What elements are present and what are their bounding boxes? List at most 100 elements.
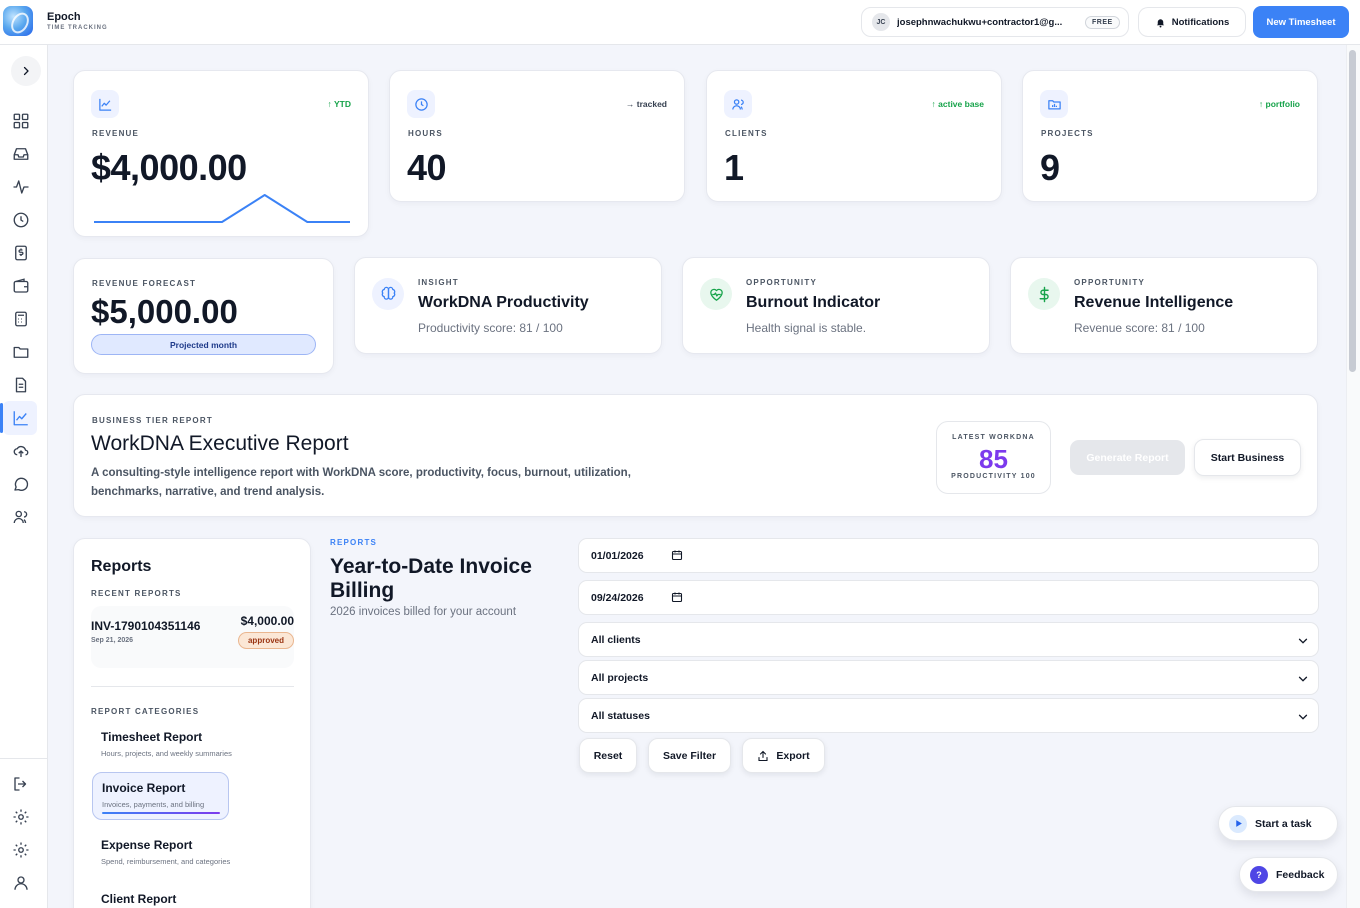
export-icon (758, 750, 768, 761)
client-select[interactable]: All clients (578, 622, 1319, 657)
expand-sidebar-button[interactable] (11, 56, 41, 86)
invoice-number: INV-1790104351146 (91, 619, 201, 633)
category-timesheet-report[interactable]: Timesheet Report Hours, projects, and we… (92, 722, 232, 770)
avatar: JC (872, 13, 890, 31)
start-task-button[interactable]: Start a task (1218, 806, 1338, 841)
sidebar (0, 45, 48, 908)
notifications-label: Notifications (1171, 16, 1230, 28)
epoch-logo[interactable] (3, 6, 33, 36)
start-task-label: Start a task (1255, 817, 1312, 830)
stat-trend: ↑ YTD (327, 99, 351, 109)
start-date-input[interactable]: 01/01/2026 (578, 538, 1319, 573)
folder-chart-icon (1040, 90, 1068, 118)
reports-panel: Reports RECENT REPORTS INV-1790104351146… (73, 538, 311, 908)
start-business-button[interactable]: Start Business (1194, 439, 1301, 476)
export-button[interactable]: Export (742, 738, 825, 773)
insight-subtitle: Productivity score: 81 / 100 (418, 321, 563, 335)
projects-stat-card: ↑ portfolio PROJECTS 9 (1022, 70, 1318, 202)
stat-label: PROJECTS (1041, 129, 1094, 138)
insight-title: Revenue Intelligence (1074, 294, 1234, 311)
bell-icon (1156, 18, 1164, 28)
reset-button[interactable]: Reset (579, 738, 637, 773)
category-name: Invoice Report (102, 781, 186, 795)
clock-icon[interactable] (10, 209, 32, 231)
clients-stat-card: ↑ active base CLIENTS 1 (706, 70, 1002, 202)
workdna-productivity-card[interactable]: INSIGHT WorkDNA Productivity Productivit… (354, 257, 662, 354)
generate-report-button[interactable]: Generate Report (1070, 440, 1185, 475)
status-badge: approved (237, 632, 294, 649)
stat-value: 1 (724, 147, 744, 188)
new-timesheet-button[interactable]: New Timesheet (1253, 6, 1349, 38)
score-sub: PRODUCTIVITY 100 (951, 473, 1036, 480)
export-label: Export (776, 749, 810, 762)
chevron-down-icon (1298, 714, 1308, 720)
projected-month-pill: Projected month (91, 334, 316, 355)
recent-report-item[interactable]: INV-1790104351146 Sep 21, 2026 $4,000.00… (91, 606, 294, 668)
user-menu[interactable]: JC josephnwachukwu+contractor1@g... FREE (861, 7, 1129, 37)
report-title: Year-to-Date Invoice Billing (330, 555, 532, 602)
stat-trend: ↑ portfolio (1258, 99, 1300, 109)
revenue-forecast-card: REVENUE FORECAST $5,000.00 Projected mon… (73, 258, 334, 374)
report-categories-label: REPORT CATEGORIES (91, 707, 200, 716)
revenue-intelligence-card[interactable]: OPPORTUNITY Revenue Intelligence Revenue… (1010, 257, 1318, 354)
report-subtitle: 2026 invoices billed for your account (330, 606, 517, 618)
folder-icon[interactable] (10, 341, 32, 363)
end-date-value: 09/24/2026 (591, 591, 644, 604)
reports-chart-icon[interactable] (0, 401, 37, 435)
score-label: LATEST WORKDNA (952, 434, 1035, 441)
chevron-down-icon (1298, 676, 1308, 682)
invoice-icon[interactable] (10, 242, 32, 264)
category-expense-report[interactable]: Expense Report Spend, reimbursement, and… (92, 830, 230, 878)
report-eyebrow: REPORTS (330, 538, 378, 547)
users-icon (724, 90, 752, 118)
category-name: Timesheet Report (101, 730, 203, 744)
chevron-right-icon (23, 66, 29, 76)
category-name: Client Report (101, 892, 177, 906)
sidebar-divider (0, 758, 47, 759)
burnout-indicator-card[interactable]: OPPORTUNITY Burnout Indicator Health sig… (682, 257, 990, 354)
forecast-label: REVENUE FORECAST (92, 279, 197, 288)
exec-title: WorkDNA Executive Report (91, 432, 349, 455)
divider (91, 686, 294, 687)
category-name: Expense Report (101, 838, 193, 852)
invoice-date: Sep 21, 2026 (91, 637, 134, 644)
activity-icon[interactable] (10, 176, 32, 198)
notifications-button[interactable]: Notifications (1138, 7, 1246, 37)
calendar-icon[interactable] (671, 591, 683, 603)
brain-icon (372, 278, 404, 310)
document-icon[interactable] (10, 374, 32, 396)
category-invoice-report[interactable]: Invoice Report Invoices, payments, and b… (92, 772, 229, 820)
status-select[interactable]: All statuses (578, 698, 1319, 733)
client-select-value: All clients (591, 633, 641, 646)
reports-title: Reports (91, 558, 152, 575)
project-select-value: All projects (591, 671, 649, 684)
insight-eyebrow: INSIGHT (418, 278, 459, 287)
end-date-input[interactable]: 09/24/2026 (578, 580, 1319, 615)
category-client-report[interactable]: Client Report (92, 884, 229, 908)
stat-value: $4,000.00 (91, 147, 247, 188)
stat-value: 9 (1040, 147, 1060, 188)
status-select-value: All statuses (591, 709, 650, 722)
insight-eyebrow: OPPORTUNITY (746, 278, 817, 287)
plan-badge: FREE (1085, 15, 1120, 29)
save-filter-button[interactable]: Save Filter (648, 738, 731, 773)
calculator-icon[interactable] (10, 308, 32, 330)
scrollbar-thumb[interactable] (1349, 50, 1356, 372)
dashboard-icon[interactable] (10, 110, 32, 132)
feedback-button[interactable]: ? Feedback (1239, 857, 1338, 892)
chat-icon[interactable] (10, 473, 32, 495)
logout-icon[interactable] (10, 773, 32, 795)
reset-label: Reset (593, 749, 623, 762)
stat-value: 40 (407, 147, 447, 188)
inbox-icon[interactable] (10, 143, 32, 165)
hours-stat-card: → tracked HOURS 40 (389, 70, 685, 202)
profile-icon[interactable] (10, 872, 32, 894)
upload-cloud-icon[interactable] (10, 440, 32, 462)
settings-icon[interactable] (10, 806, 32, 828)
calendar-icon[interactable] (671, 549, 683, 561)
settings-icon[interactable] (10, 839, 32, 861)
stat-label: HOURS (408, 129, 443, 138)
wallet-icon[interactable] (10, 275, 32, 297)
project-select[interactable]: All projects (578, 660, 1319, 695)
users-icon[interactable] (10, 506, 32, 528)
